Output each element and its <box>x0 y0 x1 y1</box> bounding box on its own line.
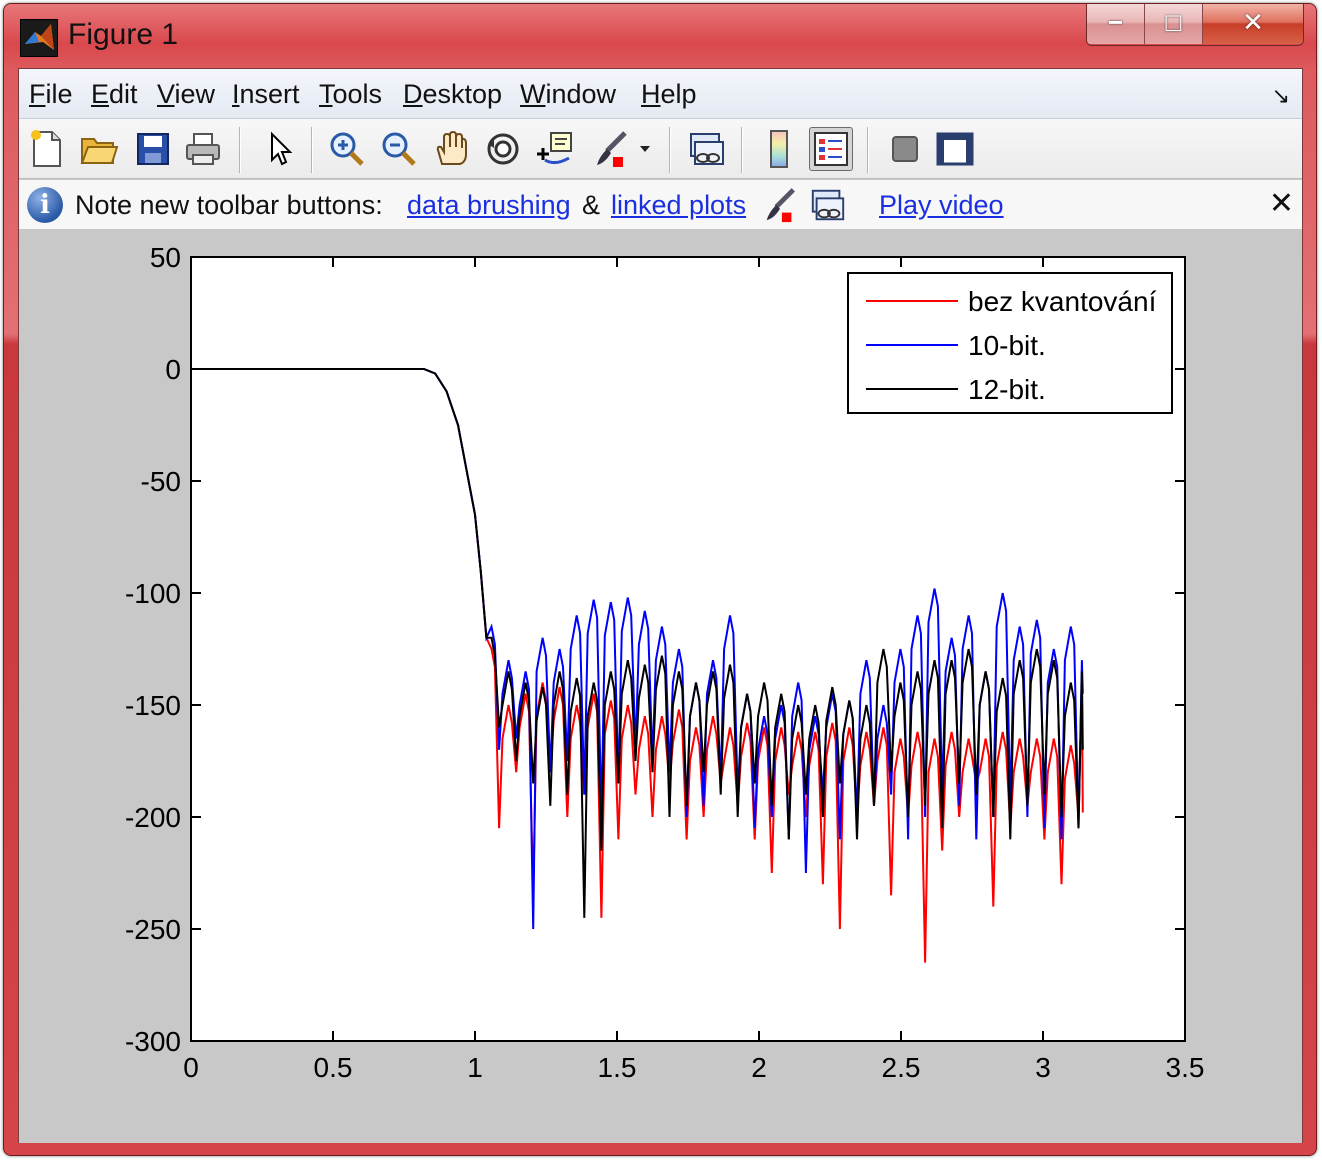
x-tick-label: 1 <box>467 1052 483 1083</box>
data-cursor-icon <box>537 132 572 165</box>
minimize-button[interactable]: − <box>1087 4 1145 44</box>
legend-label-2: 10-bit. <box>968 330 1046 361</box>
toolbar-separator <box>867 127 869 173</box>
menu-edit[interactable]: Edit <box>91 79 138 110</box>
info-icon: i <box>27 187 63 223</box>
y-tick-label: -250 <box>125 914 181 945</box>
y-tick-label: 50 <box>150 242 181 273</box>
zoom-in-button[interactable] <box>325 127 369 171</box>
play-video-link[interactable]: Play video <box>879 190 1004 221</box>
matlab-logo-icon <box>20 19 58 57</box>
pan-button[interactable] <box>429 127 473 171</box>
brush-icon <box>766 188 795 223</box>
brush-button[interactable] <box>589 127 633 171</box>
menu-desktop[interactable]: Desktop <box>403 79 502 110</box>
x-tick-label: 0.5 <box>314 1052 353 1083</box>
dropdown-arrow-icon <box>640 146 650 152</box>
menu-bar: File Edit View Insert Tools Desktop Wind… <box>19 69 1302 119</box>
printer-icon <box>186 133 220 165</box>
line-chart[interactable]: 0 0.5 1 1.5 2 2.5 3 3.5 50 0 -50 -100 -150 -200 -250 -3… <box>19 231 1302 1141</box>
x-tick-label: 2.5 <box>882 1052 921 1083</box>
toolbar-separator <box>239 127 241 173</box>
title-bar[interactable]: Figure 1 − □ ✕ <box>4 4 1316 68</box>
menu-insert[interactable]: Insert <box>232 79 300 110</box>
window-controls: − □ ✕ <box>1086 4 1304 46</box>
close-infobar-icon[interactable]: ✕ <box>1269 186 1294 221</box>
figure-window: Figure 1 − □ ✕ File Edit View Insert Too… <box>3 3 1317 1156</box>
open-folder-icon <box>80 138 119 164</box>
menu-tools[interactable]: Tools <box>319 79 382 110</box>
save-figure-button[interactable] <box>131 127 175 171</box>
hide-plot-tools-icon <box>892 136 918 162</box>
dock-figure-icon[interactable]: ↘ <box>1272 83 1290 109</box>
toolbar-separator <box>741 127 743 173</box>
legend-label-1: bez kvantování <box>968 286 1157 317</box>
x-tick-label: 1.5 <box>598 1052 637 1083</box>
x-tick-label: 3.5 <box>1166 1052 1205 1083</box>
y-tick-label: -150 <box>125 690 181 721</box>
figure-client-area: File Edit View Insert Tools Desktop Wind… <box>18 68 1303 1143</box>
y-tick-label: -300 <box>125 1026 181 1057</box>
y-tick-label: 0 <box>165 354 181 385</box>
maximize-icon: □ <box>1165 7 1182 37</box>
y-tick-label: -200 <box>125 802 181 833</box>
rotate-3d-button[interactable] <box>481 127 525 171</box>
open-file-button[interactable] <box>77 127 121 171</box>
new-file-icon <box>31 130 61 167</box>
link-plot-icon <box>690 133 724 165</box>
edit-plot-button[interactable] <box>257 127 301 171</box>
arrow-pointer-icon <box>271 131 293 166</box>
close-icon: ✕ <box>1242 7 1264 37</box>
show-plot-tools-icon <box>936 132 974 166</box>
maximize-button[interactable]: □ <box>1145 4 1203 44</box>
brush-dropdown-button[interactable] <box>631 127 659 171</box>
menu-window[interactable]: Window <box>520 79 616 110</box>
figure-toolbar <box>19 119 1302 179</box>
y-tick-label: -50 <box>141 466 181 497</box>
insert-legend-button[interactable] <box>809 127 853 171</box>
minimize-icon: − <box>1107 7 1124 37</box>
link-plot-button[interactable] <box>685 127 729 171</box>
linked-plots-link[interactable]: linked plots <box>611 190 746 221</box>
link-plot-icon <box>811 189 845 221</box>
save-icon <box>137 133 169 165</box>
x-tick-label: 0 <box>183 1052 199 1083</box>
hide-plot-tools-button[interactable] <box>883 127 927 171</box>
info-ampersand: & <box>582 190 601 220</box>
rotate-3d-icon <box>487 133 519 165</box>
brush-icon <box>597 131 627 167</box>
colorbar-icon <box>770 130 788 168</box>
figure-canvas: 0 0.5 1 1.5 2 2.5 3 3.5 50 0 -50 -100 -150 -200 -250 -3… <box>19 231 1302 1143</box>
toolbar-separator <box>669 127 671 173</box>
hand-pan-icon <box>436 130 467 165</box>
show-plot-tools-button[interactable] <box>933 127 977 171</box>
y-tick-label: -100 <box>125 578 181 609</box>
info-bar: i Note new toolbar buttons: data brushin… <box>19 180 1302 230</box>
legend-label-3: 12-bit. <box>968 374 1046 405</box>
zoom-out-icon <box>382 132 416 166</box>
x-tick-label: 3 <box>1035 1052 1051 1083</box>
zoom-in-icon <box>330 132 364 166</box>
data-cursor-button[interactable] <box>533 127 577 171</box>
new-figure-button[interactable] <box>25 127 69 171</box>
menu-file[interactable]: File <box>29 79 73 110</box>
print-figure-button[interactable] <box>181 127 225 171</box>
close-button[interactable]: ✕ <box>1203 4 1303 44</box>
menu-help[interactable]: Help <box>641 79 697 110</box>
x-tick-label: 2 <box>751 1052 767 1083</box>
window-title: Figure 1 <box>68 18 179 51</box>
legend-icon <box>814 132 848 166</box>
data-brushing-link[interactable]: data brushing <box>407 190 571 221</box>
menu-view[interactable]: View <box>157 79 215 110</box>
insert-colorbar-button[interactable] <box>757 127 801 171</box>
info-note-text: Note new toolbar buttons: <box>75 190 383 220</box>
toolbar-separator <box>311 127 313 173</box>
zoom-out-button[interactable] <box>377 127 421 171</box>
